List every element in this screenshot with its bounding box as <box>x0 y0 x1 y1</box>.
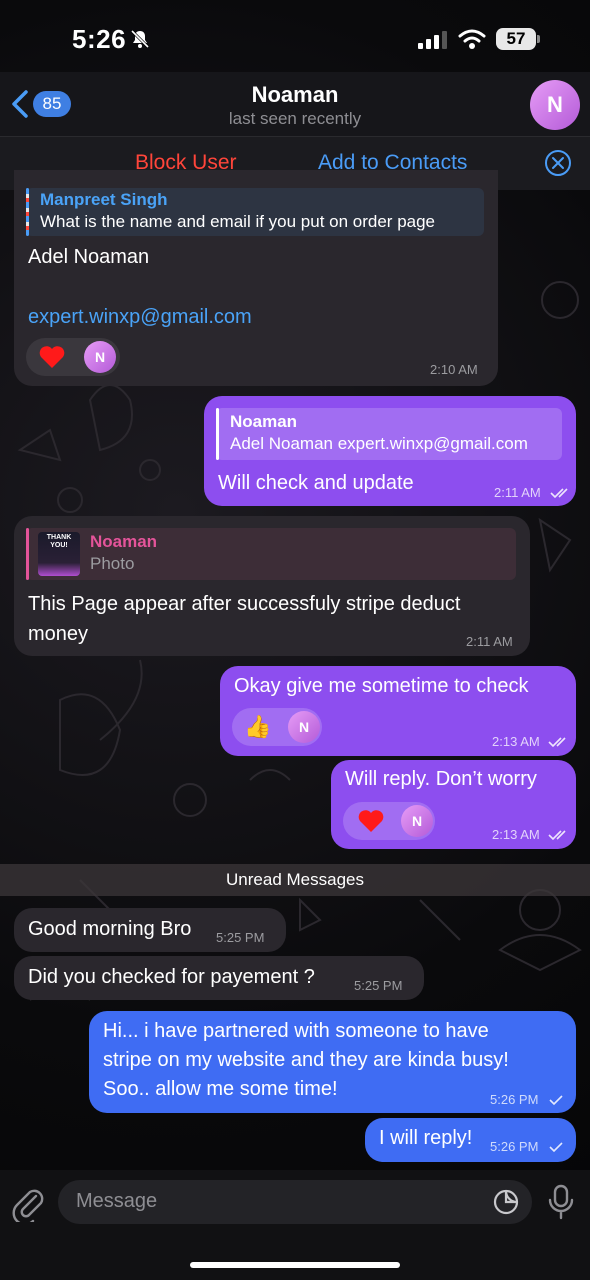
reaction-pill[interactable]: N <box>26 338 120 376</box>
reply-preview[interactable]: THANK YOU! Noaman Photo <box>26 528 516 580</box>
message-text: This Page appear after successfuly strip… <box>28 593 461 615</box>
message-time: 5:26 PM <box>490 1139 539 1154</box>
contact-avatar[interactable]: N <box>530 80 580 130</box>
message-text: stripe on my website and they are kinda … <box>103 1049 509 1071</box>
status-bar: 5:26 57 <box>0 0 590 80</box>
unread-messages-divider: Unread Messages <box>0 864 590 896</box>
double-check-icon <box>548 737 566 748</box>
message-text: Will check and update <box>218 472 414 494</box>
heart-icon <box>39 346 65 368</box>
sticker-icon[interactable] <box>492 1188 520 1216</box>
battery-nub <box>537 35 540 43</box>
reply-text: What is the name and email if you put on… <box>40 212 436 231</box>
message-time: 2:13 AM <box>492 734 540 749</box>
message-text: Did you checked for payement ? <box>28 966 315 988</box>
message-bubble-outgoing[interactable]: Will reply. Don’t worry N 2:13 AM <box>331 760 576 849</box>
reply-preview[interactable]: Noaman Adel Noaman expert.winxp@gmail.co… <box>216 408 562 460</box>
message-time: 5:25 PM <box>216 930 265 945</box>
close-icon[interactable] <box>544 149 572 177</box>
check-icon <box>549 1095 563 1106</box>
message-text: money <box>28 623 89 645</box>
home-indicator[interactable] <box>190 1262 400 1268</box>
message-bubble-incoming[interactable]: THANK YOU! Noaman Photo This Page appear… <box>14 516 530 656</box>
email-link[interactable]: expert.winxp@gmail.com <box>28 302 252 332</box>
reaction-avatar: N <box>288 711 320 743</box>
message-time: 2:11 AM <box>466 634 513 649</box>
message-time: 5:26 PM <box>490 1092 539 1107</box>
double-check-icon <box>550 488 568 499</box>
reply-sender: Noaman <box>90 532 158 551</box>
message-time: 2:11 AM <box>494 485 541 500</box>
message-text: Good morning Bro <box>28 918 192 940</box>
photo-thumbnail[interactable]: THANK YOU! <box>38 532 80 576</box>
message-text: Okay give me sometime to check <box>234 675 529 697</box>
reply-accent-bar <box>216 408 219 460</box>
message-text: Adel Noaman <box>28 246 150 268</box>
bell-muted-icon <box>130 29 150 49</box>
message-bubble-incoming[interactable]: Did you checked for payement ? 5:25 PM <box>14 956 424 1000</box>
paperclip-icon[interactable] <box>12 1184 46 1222</box>
message-bubble-outgoing[interactable]: Okay give me sometime to check 👍 N 2:13 … <box>220 666 576 756</box>
reaction-avatar: N <box>84 341 116 373</box>
message-bubble-outgoing[interactable]: I will reply! 5:26 PM <box>365 1118 576 1162</box>
cellular-signal-icon <box>418 31 447 49</box>
reply-text: Adel Noaman expert.winxp@gmail.com <box>230 434 528 453</box>
message-bubble-outgoing[interactable]: Noaman Adel Noaman expert.winxp@gmail.co… <box>204 396 576 506</box>
check-icon <box>549 1142 563 1153</box>
message-bubble-incoming[interactable]: Manpreet Singh What is the name and emai… <box>14 170 498 386</box>
wifi-icon <box>458 29 486 49</box>
reply-accent-bar <box>26 188 29 236</box>
reaction-pill[interactable]: 👍 N <box>232 708 322 746</box>
message-input[interactable]: Message <box>58 1180 532 1224</box>
reply-sender: Noaman <box>230 412 298 431</box>
message-text: I will reply! <box>379 1127 473 1149</box>
message-input-bar: Message <box>0 1170 590 1280</box>
message-time: 2:13 AM <box>492 827 540 842</box>
message-placeholder: Message <box>76 1190 158 1212</box>
double-check-icon <box>548 830 566 841</box>
message-time: 2:10 AM <box>430 362 478 377</box>
message-text: Will reply. Don’t worry <box>345 768 537 790</box>
reaction-avatar: N <box>401 805 433 837</box>
heart-icon <box>358 810 384 832</box>
thumbnail-caption: THANK YOU! <box>46 534 72 549</box>
battery-indicator: 57 <box>496 28 536 50</box>
reply-sender: Manpreet Singh <box>40 190 168 209</box>
chat-title[interactable]: Noaman <box>0 82 590 108</box>
thumbs-up-icon: 👍 <box>244 714 272 739</box>
message-text: Soo.. allow me some time! <box>103 1078 338 1100</box>
message-bubble-outgoing[interactable]: Hi... i have partnered with someone to h… <box>89 1011 576 1113</box>
message-text: Hi... i have partnered with someone to h… <box>103 1020 489 1042</box>
reply-preview[interactable]: Manpreet Singh What is the name and emai… <box>26 188 484 236</box>
chat-status: last seen recently <box>228 109 362 128</box>
chat-header: 85 Noaman last seen recently N <box>0 72 590 136</box>
microphone-icon[interactable] <box>548 1184 574 1222</box>
reply-text: Photo <box>90 554 135 573</box>
reaction-pill[interactable]: N <box>343 802 435 840</box>
message-bubble-incoming[interactable]: Good morning Bro 5:25 PM <box>14 908 286 952</box>
status-time: 5:26 <box>72 24 127 54</box>
message-time: 5:25 PM <box>354 978 403 993</box>
reply-accent-bar <box>26 528 29 580</box>
